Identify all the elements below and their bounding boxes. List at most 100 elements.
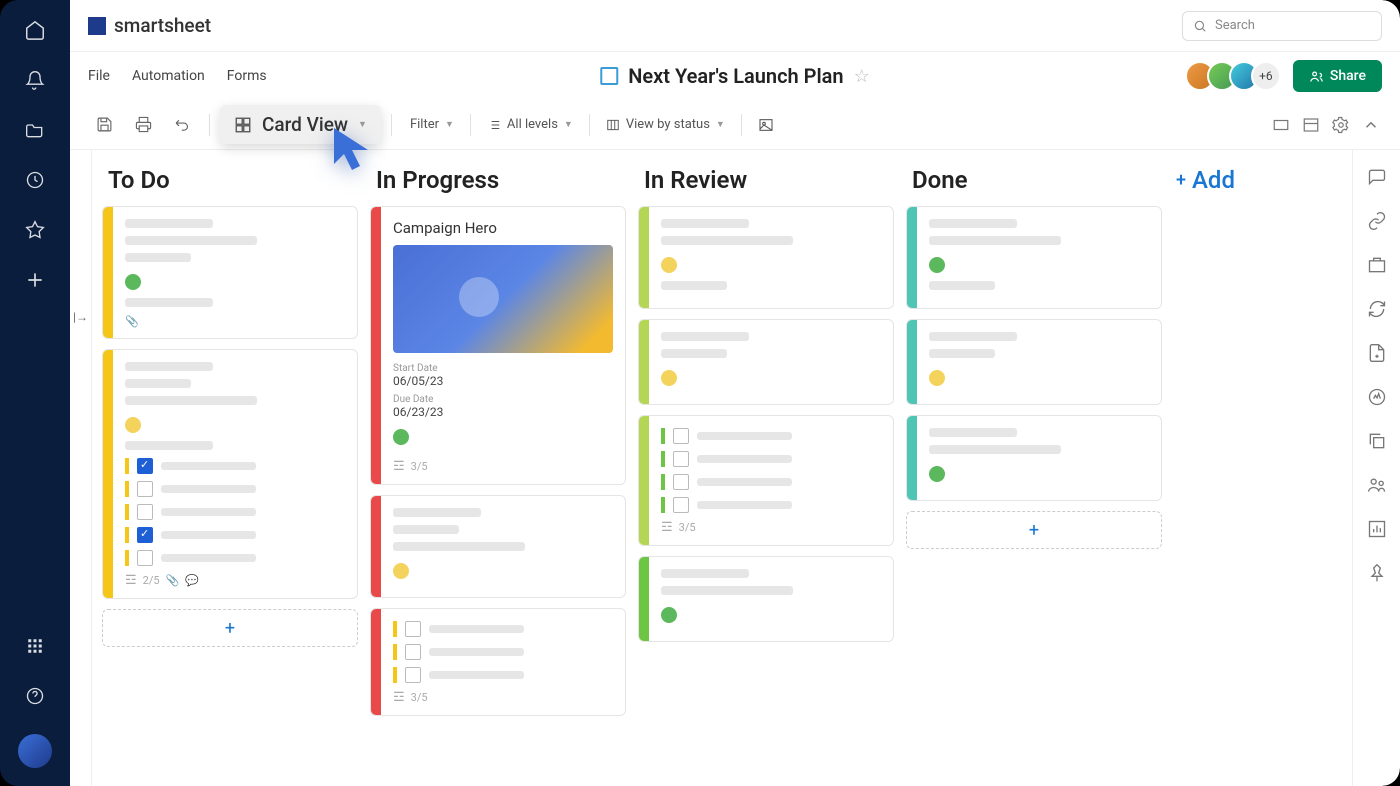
- status-dot: [661, 370, 677, 386]
- expand-icon[interactable]: |→: [73, 310, 88, 324]
- lane-title: In Review: [638, 158, 894, 206]
- view-by-button[interactable]: View by status▼: [598, 113, 733, 136]
- right-panel-rail: [1352, 150, 1400, 786]
- levels-button[interactable]: All levels▼: [479, 113, 581, 136]
- checklist-icon: ☲: [125, 573, 137, 588]
- help-icon[interactable]: [23, 684, 47, 708]
- add-lane-label: Add: [1192, 166, 1235, 194]
- comment-icon[interactable]: [1366, 166, 1388, 188]
- card-campaign-hero[interactable]: Campaign Hero Start Date 06/05/23 Due Da…: [370, 206, 626, 485]
- card[interactable]: [370, 495, 626, 598]
- sheet-icon: [600, 67, 618, 85]
- status-dot: [929, 257, 945, 273]
- status-dot: [125, 274, 141, 290]
- favorite-toggle[interactable]: ☆: [854, 66, 870, 87]
- due-date-label: Due Date: [393, 394, 613, 405]
- search-placeholder: Search: [1215, 18, 1255, 33]
- search-input[interactable]: Search: [1182, 11, 1382, 41]
- status-bar-teal: [907, 416, 917, 500]
- card[interactable]: ☲2/5 📎 💬: [102, 349, 358, 599]
- card[interactable]: [638, 556, 894, 642]
- status-bar-yellow: [103, 207, 113, 338]
- progress-count: 3/5: [411, 460, 428, 473]
- save-icon[interactable]: [88, 110, 121, 139]
- lane-inprogress: In Progress Campaign Hero Start Date 06/…: [364, 158, 632, 778]
- print-icon[interactable]: [127, 110, 160, 139]
- people-icon[interactable]: [1366, 474, 1388, 496]
- status-bar-teal: [907, 320, 917, 404]
- star-icon[interactable]: [23, 218, 47, 242]
- collaborators: +6 Share: [1185, 60, 1382, 92]
- topbar: smartsheet Search: [70, 0, 1400, 52]
- apps-grid-icon[interactable]: [23, 634, 47, 658]
- undo-icon[interactable]: [166, 110, 199, 139]
- checklist-icon: ☲: [393, 459, 405, 474]
- add-card-button[interactable]: +: [906, 511, 1162, 549]
- add-card-button[interactable]: +: [102, 609, 358, 647]
- folder-icon[interactable]: [23, 118, 47, 142]
- list-icon: [487, 118, 501, 132]
- card[interactable]: [906, 415, 1162, 501]
- search-icon: [1193, 19, 1207, 33]
- card[interactable]: ☲3/5: [370, 608, 626, 716]
- gear-icon[interactable]: [1330, 114, 1352, 136]
- lane-done: Done: [900, 158, 1168, 778]
- activity-icon[interactable]: [1366, 386, 1388, 408]
- plus-icon: +: [1176, 170, 1186, 191]
- brand-name: smartsheet: [114, 14, 211, 37]
- card-view-icon: [234, 116, 252, 134]
- status-bar-lime: [639, 416, 649, 545]
- status-bar-lime: [639, 207, 649, 308]
- status-bar-lime: [639, 320, 649, 404]
- columns-icon: [606, 118, 620, 132]
- menu-file[interactable]: File: [88, 68, 110, 84]
- lane-todo: To Do 📎: [96, 158, 364, 778]
- card[interactable]: [906, 319, 1162, 405]
- plus-icon[interactable]: [23, 268, 47, 292]
- brand-logo[interactable]: smartsheet: [88, 14, 211, 37]
- lane-title: Done: [906, 158, 1162, 206]
- status-bar-red: [371, 609, 381, 715]
- card[interactable]: [638, 319, 894, 405]
- image-toggle[interactable]: [750, 113, 782, 137]
- chart-icon[interactable]: [1366, 518, 1388, 540]
- share-button[interactable]: Share: [1293, 60, 1382, 92]
- card[interactable]: [906, 206, 1162, 309]
- sheet-title: Next Year's Launch Plan: [628, 64, 843, 88]
- menu-automation[interactable]: Automation: [132, 68, 205, 84]
- chevron-up-icon[interactable]: [1360, 114, 1382, 136]
- status-bar-red: [371, 496, 381, 597]
- status-bar-green: [639, 557, 649, 641]
- people-icon: [1309, 69, 1324, 84]
- view-switcher[interactable]: Card View ▼: [220, 105, 381, 144]
- refresh-icon[interactable]: [1366, 298, 1388, 320]
- clock-icon[interactable]: [23, 168, 47, 192]
- status-bar-red: [371, 207, 381, 484]
- card-image: [393, 245, 613, 353]
- pin-icon[interactable]: [1366, 562, 1388, 584]
- due-date: 06/23/23: [393, 405, 613, 419]
- card[interactable]: 📎: [102, 206, 358, 339]
- progress-count: 2/5: [143, 574, 160, 587]
- briefcase-icon[interactable]: [1366, 254, 1388, 276]
- lane-title: In Progress: [370, 158, 626, 206]
- add-lane-button[interactable]: + Add: [1176, 166, 1280, 194]
- kanban-board: To Do 📎: [92, 150, 1352, 786]
- file-icon[interactable]: [1366, 342, 1388, 364]
- checklist-icon: ☲: [661, 520, 673, 535]
- status-dot: [661, 257, 677, 273]
- layout-icon[interactable]: [1300, 114, 1322, 136]
- card-size-icon[interactable]: [1270, 114, 1292, 136]
- menu-forms[interactable]: Forms: [227, 68, 267, 84]
- link-icon[interactable]: [1366, 210, 1388, 232]
- card[interactable]: ☲3/5: [638, 415, 894, 546]
- more-collaborators[interactable]: +6: [1251, 61, 1281, 91]
- user-avatar[interactable]: [18, 734, 52, 768]
- filter-button[interactable]: Filter▼: [402, 113, 462, 136]
- logo-mark-icon: [88, 17, 106, 35]
- card[interactable]: [638, 206, 894, 309]
- bell-icon[interactable]: [23, 68, 47, 92]
- global-nav-rail: [0, 0, 70, 786]
- home-icon[interactable]: [23, 18, 47, 42]
- copy-icon[interactable]: [1366, 430, 1388, 452]
